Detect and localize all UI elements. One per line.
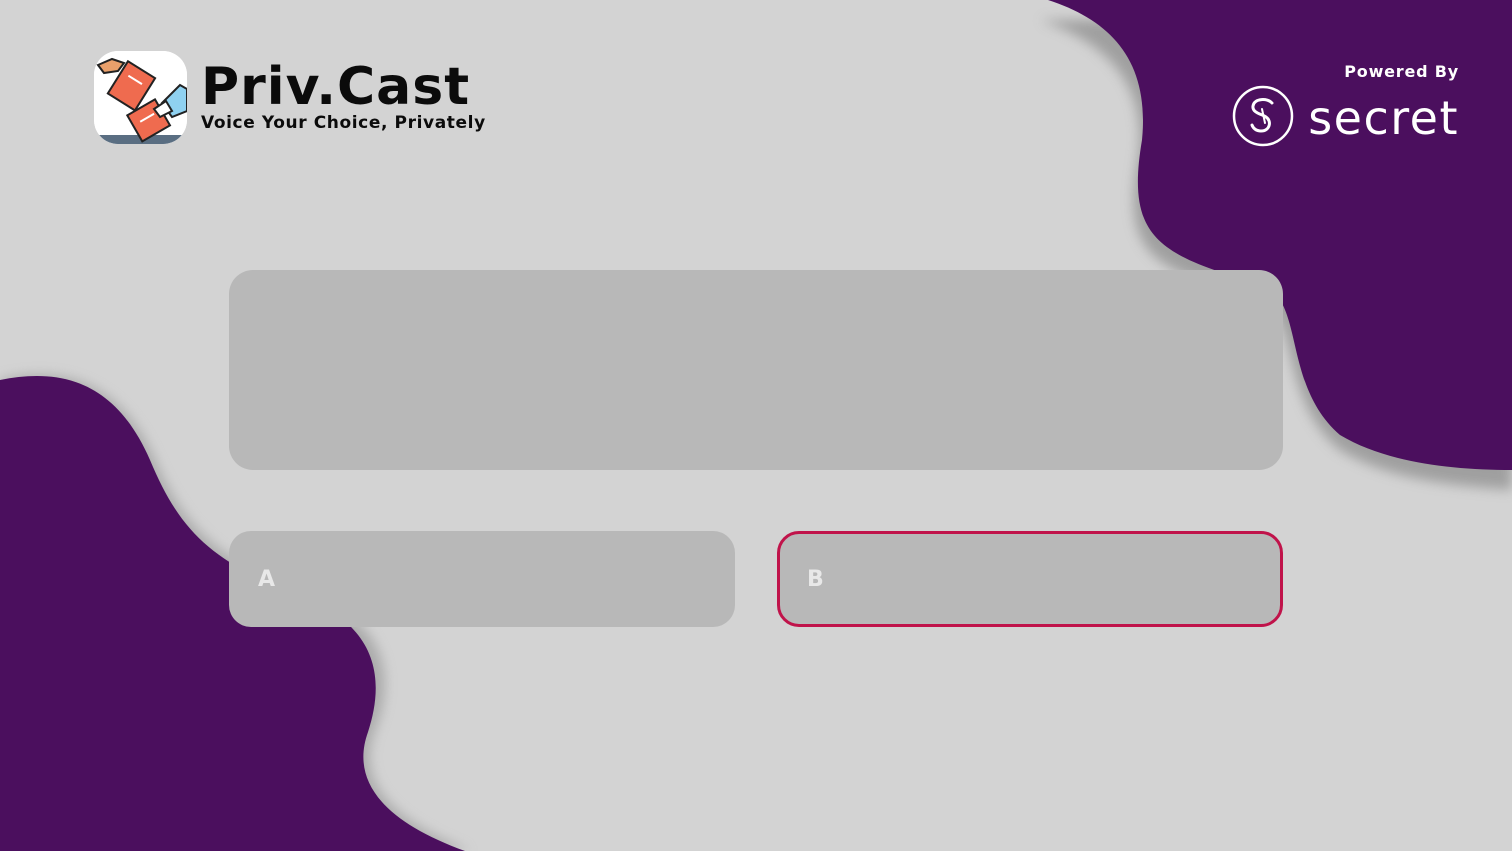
secret-wordmark: secret bbox=[1308, 91, 1459, 145]
brand-header: Priv.Cast Voice Your Choice, Privately bbox=[94, 51, 486, 144]
app-title: Priv.Cast bbox=[201, 57, 471, 117]
secret-s-icon bbox=[1232, 85, 1294, 151]
secret-logo: secret bbox=[1232, 85, 1459, 151]
ballot-hands-icon bbox=[94, 51, 187, 144]
poll-option-a[interactable]: A bbox=[229, 531, 735, 627]
app-tagline: Voice Your Choice, Privately bbox=[201, 113, 486, 133]
powered-by: Powered By secret bbox=[1232, 62, 1459, 151]
poll-option-label: B bbox=[807, 566, 825, 592]
powered-by-label: Powered By bbox=[1344, 62, 1459, 81]
poll-question-card bbox=[229, 270, 1283, 470]
poll-option-label: A bbox=[258, 566, 277, 592]
poll-option-b[interactable]: B bbox=[777, 531, 1283, 627]
